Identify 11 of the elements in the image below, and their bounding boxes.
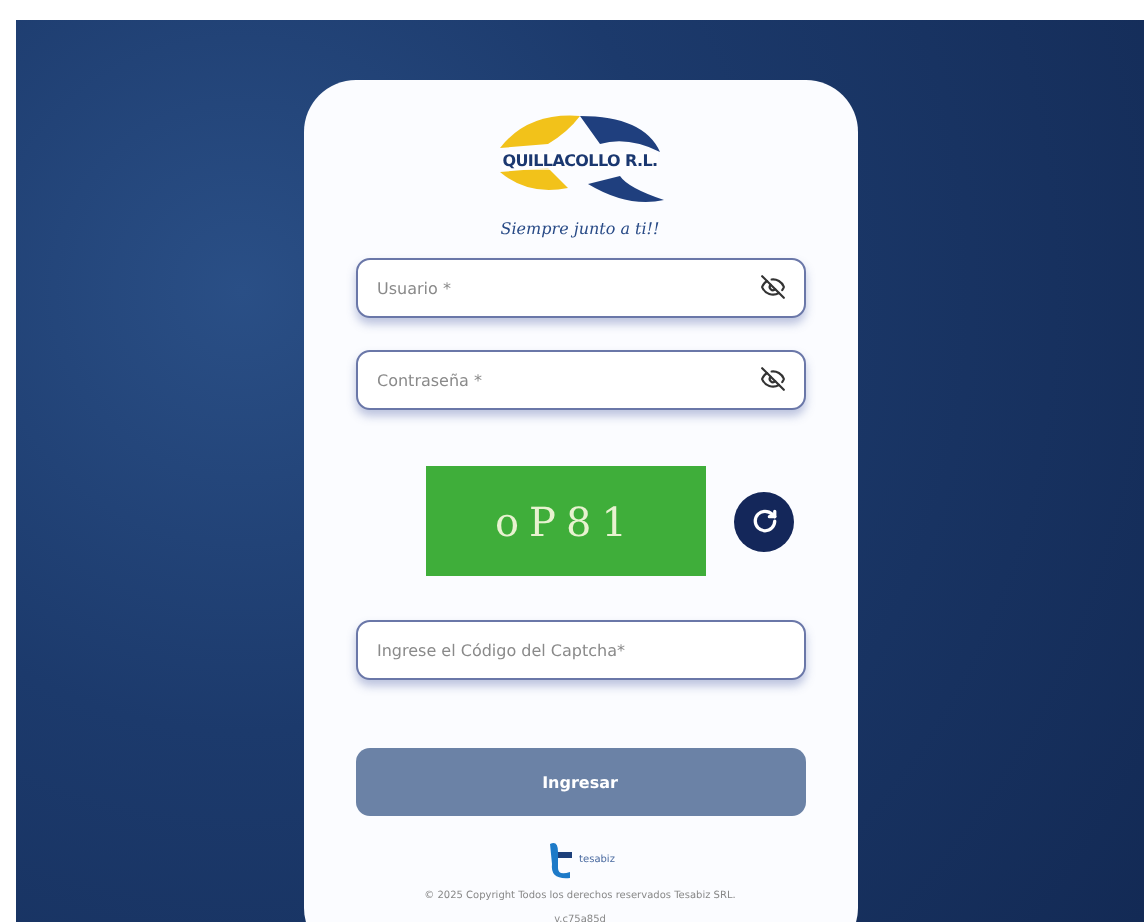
eye-off-icon[interactable] (759, 274, 785, 300)
eye-off-icon[interactable] (759, 366, 785, 392)
input-field[interactable]: Contraseña * (355, 350, 805, 410)
refresh-button[interactable] (734, 491, 794, 551)
input-field[interactable]: Usuario * (355, 258, 805, 318)
tagline: Siempre junto a ti!! (500, 220, 660, 238)
logo-name: QUILLACOLLO R.L. (502, 151, 658, 169)
captcha-code: oP81 (495, 497, 637, 545)
refresh-icon (751, 508, 777, 534)
brand-logo-icon (545, 840, 574, 880)
input-field[interactable]: Ingrese el Código del Captcha* (355, 620, 805, 680)
